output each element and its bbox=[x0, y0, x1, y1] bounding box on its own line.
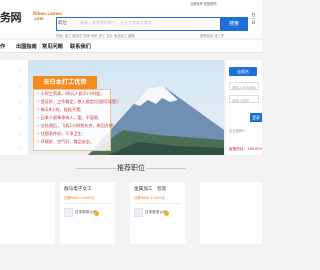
forgot-password-link[interactable]: 忘记密码? bbox=[229, 128, 244, 133]
divider bbox=[64, 203, 111, 204]
banner-line-text: 交社保后，飞机1小时到东京，来回方便; bbox=[40, 123, 115, 128]
chevron-right-icon[interactable]: › bbox=[18, 116, 20, 122]
header-right-links[interactable]: 招聘信息 找工作 bbox=[200, 33, 224, 38]
nav-item-contact[interactable]: 联系我们 bbox=[70, 43, 91, 50]
job-salary: 日薪9000-11000元 bbox=[134, 196, 165, 200]
qr-label: 扫一扫 bbox=[252, 13, 256, 24]
banner-line-text: 签证好，工作稳定，收入稳定(回国可续签); bbox=[40, 99, 119, 104]
chevron-right-icon[interactable]: › bbox=[18, 146, 20, 152]
site-logo[interactable]: 务网 bbox=[0, 9, 22, 25]
banner-line: • 签证好，工作稳定，收入稳定(回国可续签); bbox=[37, 99, 119, 105]
search-category-select[interactable]: 职位 bbox=[58, 20, 67, 26]
search-input[interactable]: 请输入要搜索的职位、企业名称或关键字 bbox=[80, 20, 152, 26]
chevron-right-icon[interactable]: › bbox=[18, 100, 20, 106]
job-card[interactable] bbox=[200, 182, 262, 244]
banner-line: • 交社保后，飞机1小时到东京，来回方便; bbox=[37, 123, 114, 129]
chevron-right-icon[interactable]: › bbox=[18, 132, 20, 138]
nav-item-faq[interactable]: 常见问题 bbox=[42, 43, 63, 50]
main-nav bbox=[0, 40, 262, 53]
topbar-right-text[interactable]: 注册帐号 找回密码 bbox=[190, 1, 217, 6]
search-button[interactable]: 搜索 bbox=[220, 17, 248, 31]
banner-line: • 每天8小时，轻松不累; bbox=[37, 107, 82, 113]
job-salary: 日薪9000-11000元 bbox=[64, 196, 95, 200]
banner-line-text: 环境好，空气好，食品安全。 bbox=[40, 139, 94, 144]
banner-line-text: 每天8小时，轻松不累; bbox=[40, 107, 82, 112]
company-logo bbox=[134, 208, 143, 217]
banner-line: • 日本人很奉承待人，爱，不容易; bbox=[37, 115, 99, 121]
page-bottom bbox=[0, 255, 262, 270]
phone-input-placeholder: 请输入手机号码 bbox=[232, 85, 256, 90]
hotline-text: 客服热线：136-620 bbox=[229, 147, 262, 151]
banner-line-text: 日本人很奉承待人，爱，不容易; bbox=[40, 115, 100, 120]
nav-item-guide[interactable]: 出国指南 bbox=[16, 43, 37, 50]
banner-title: 去日本打工优势 bbox=[33, 76, 97, 89]
verified-badge-icon bbox=[94, 211, 99, 216]
phone-input[interactable]: 请输入手机号码 bbox=[229, 82, 259, 90]
category-sidebar bbox=[0, 60, 28, 155]
banner-line: • 住宿条件好，干净卫生; bbox=[37, 131, 83, 137]
login-button[interactable]: 登录 bbox=[250, 113, 262, 122]
signup-button[interactable]: 去报名 bbox=[229, 67, 257, 76]
banner-line: • 环境好，空气好，食品安全。 bbox=[37, 139, 94, 145]
job-title[interactable]: 群马电子女工 bbox=[64, 186, 92, 192]
job-card[interactable] bbox=[0, 182, 55, 244]
chevron-right-icon[interactable]: › bbox=[18, 84, 20, 90]
company-logo bbox=[64, 208, 73, 217]
divider bbox=[146, 168, 186, 169]
nav-item-0[interactable]: 作 bbox=[0, 43, 5, 50]
verified-badge-icon bbox=[164, 211, 169, 216]
job-title[interactable]: 金属加工 包装 bbox=[134, 186, 166, 192]
section-title: 推荐职位 bbox=[117, 164, 145, 172]
divider bbox=[134, 203, 181, 204]
password-input[interactable]: 请输入密码 bbox=[229, 95, 259, 103]
chevron-right-icon[interactable]: › bbox=[18, 68, 20, 74]
top-utility-bar: 注册帐号 找回密码 bbox=[0, 0, 262, 8]
banner-line-text: 小时工资高，90元人民币/小时起; bbox=[40, 91, 102, 96]
banner-line-text: 住宿条件好，干净卫生; bbox=[40, 131, 84, 136]
password-input-placeholder: 请输入密码 bbox=[232, 98, 249, 103]
banner-line: • 小时工资高，90元人民币/小时起; bbox=[37, 91, 102, 97]
hot-keywords[interactable]: 热搜: 普工 服务员 厨师 司机 焊工 农业 食品加工 建筑 bbox=[56, 33, 135, 38]
